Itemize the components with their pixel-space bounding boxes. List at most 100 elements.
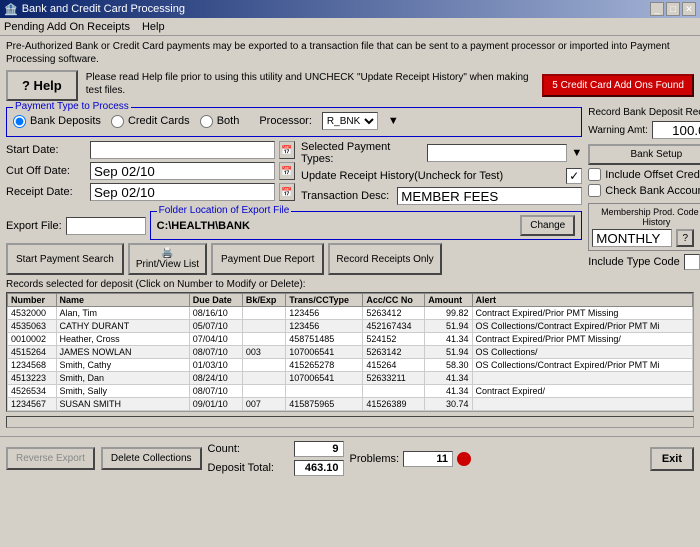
bank-deposits-radio[interactable]	[13, 115, 26, 128]
records-table-wrapper: NumberNameDue DateBk/ExpTrans/CCTypeAcc/…	[6, 292, 694, 412]
horizontal-scrollbar[interactable]	[6, 416, 694, 428]
receipt-date-picker-icon[interactable]: 📅	[279, 183, 295, 201]
table-cell: OS Collections/Contract Expired/Prior PM…	[472, 320, 692, 333]
table-row[interactable]: 4532000Alan, Tim08/16/10123456526341299.…	[8, 307, 693, 320]
table-cell: 107006541	[286, 346, 363, 359]
table-cell: 524152	[363, 333, 425, 346]
both-radio[interactable]	[200, 115, 213, 128]
table-cell: 5263142	[363, 346, 425, 359]
include-type-checkbox[interactable]	[684, 254, 700, 270]
record-receipts-button[interactable]: Record Receipts Only	[328, 243, 441, 275]
export-file-input[interactable]	[66, 217, 146, 235]
table-cell: Smith, Dan	[56, 372, 189, 385]
table-cell	[472, 398, 692, 411]
table-cell: 08/07/10	[189, 346, 242, 359]
table-cell: Wellman-Nickerson, Susan	[56, 411, 189, 413]
table-cell[interactable]: 1234567	[8, 398, 57, 411]
table-cell: Smith, Cathy	[56, 359, 189, 372]
column-header-name: Name	[56, 294, 189, 307]
table-cell: 09/01/10	[189, 398, 242, 411]
table-row[interactable]: 0010002Heather, Cross07/04/1045875148552…	[8, 333, 693, 346]
app-icon: 🏦	[4, 3, 18, 16]
cut-off-date-picker-icon[interactable]: 📅	[279, 162, 295, 180]
table-cell[interactable]: 1234568	[8, 359, 57, 372]
update-receipt-label: Update Receipt History(Uncheck for Test)	[301, 170, 558, 182]
bank-setup-button[interactable]: Bank Setup	[588, 144, 700, 165]
count-value: 9	[294, 441, 344, 457]
table-row[interactable]: 4513223Smith, Dan08/24/10107006541526332…	[8, 372, 693, 385]
alert-button[interactable]: 5 Credit Card Add Ons Found	[542, 74, 694, 97]
transaction-desc-input[interactable]	[397, 187, 582, 205]
delete-collections-button[interactable]: Delete Collections	[101, 447, 202, 470]
exit-button[interactable]: Exit	[650, 447, 694, 471]
cut-off-date-input[interactable]	[90, 162, 275, 180]
change-button[interactable]: Change	[520, 215, 575, 236]
receipt-date-label: Receipt Date:	[6, 186, 86, 198]
problems-indicator	[457, 452, 471, 466]
table-row[interactable]: 1234568Smith, Cathy01/03/104152652784152…	[8, 359, 693, 372]
help-button[interactable]: ? Help	[6, 70, 78, 101]
menu-help[interactable]: Help	[142, 21, 165, 33]
table-cell: 01/03/10	[189, 359, 242, 372]
start-date-input[interactable]	[90, 141, 275, 159]
table-row[interactable]: 4515264JAMES NOWLAN08/07/100031070065415…	[8, 346, 693, 359]
table-cell[interactable]: 0010002	[8, 333, 57, 346]
table-cell: Alan, Tim	[56, 307, 189, 320]
table-cell: Contract Expired/Prior PMT Missing/	[472, 333, 692, 346]
payment-due-button[interactable]: Payment Due Report	[211, 243, 324, 275]
records-label: Records selected for deposit (Click on N…	[6, 279, 694, 290]
table-cell[interactable]: 4515264	[8, 346, 57, 359]
include-offset-credit-checkbox[interactable]	[588, 168, 601, 181]
membership-question-button[interactable]: ?	[676, 229, 694, 247]
table-cell: 58.30	[425, 359, 472, 372]
membership-prod-input[interactable]	[592, 229, 672, 247]
table-cell[interactable]: 4532000	[8, 307, 57, 320]
menu-bar: Pending Add On Receipts Help	[0, 18, 700, 36]
table-cell[interactable]: 4535063	[8, 320, 57, 333]
table-cell: 41.34	[425, 372, 472, 385]
table-cell: Contract Expired/Prior PMT Missing	[472, 307, 692, 320]
table-row[interactable]: 1234567SUSAN SMITH09/01/1000741587596541…	[8, 398, 693, 411]
close-button[interactable]: ✕	[682, 2, 696, 16]
table-cell: JAMES NOWLAN	[56, 346, 189, 359]
table-cell: 41526389	[363, 398, 425, 411]
table-cell: 1235252	[363, 411, 425, 413]
column-header-acc-cc-no: Acc/CC No	[363, 294, 425, 307]
arrow-icon: ▼	[388, 115, 399, 127]
start-date-picker-icon[interactable]: 📅	[279, 141, 295, 159]
table-row[interactable]: 4535063CATHY DURANT05/07/101234564521674…	[8, 320, 693, 333]
reverse-export-button[interactable]: Reverse Export	[6, 447, 95, 470]
table-cell: OS Collections/Contract Expired/Prior PM…	[472, 359, 692, 372]
minimize-button[interactable]: _	[650, 2, 664, 16]
start-payment-button[interactable]: Start Payment Search	[6, 243, 124, 275]
table-cell: OS Collections/Contract Expired/Prior PM…	[472, 411, 692, 413]
processor-label: Processor:	[259, 115, 312, 127]
table-cell[interactable]: 4526534	[8, 385, 57, 398]
table-cell[interactable]: 4513223	[8, 372, 57, 385]
table-cell[interactable]: 0001076	[8, 411, 57, 413]
warning-amt-label: Warning Amt:	[588, 125, 648, 136]
table-cell	[242, 385, 285, 398]
credit-cards-radio[interactable]	[111, 115, 124, 128]
table-row[interactable]: 0001076Wellman-Nickerson, Susan02/06/104…	[8, 411, 693, 413]
table-cell: 08/16/10	[189, 307, 242, 320]
print-view-button[interactable]: 🖨️ Print/View List	[128, 243, 207, 275]
table-row[interactable]: 4526534Smith, Sally08/07/1041.34Contract…	[8, 385, 693, 398]
processor-select[interactable]: R_BNK	[322, 112, 378, 130]
warning-amt-input[interactable]	[652, 121, 700, 139]
table-cell: 123456	[286, 320, 363, 333]
maximize-button[interactable]: □	[666, 2, 680, 16]
selected-payment-types-input[interactable]	[427, 144, 567, 162]
receipt-date-input[interactable]	[90, 183, 275, 201]
payment-type-panel: Payment Type to Process Bank Deposits Cr…	[6, 107, 582, 137]
deposit-total-value: 463.10	[294, 460, 344, 476]
menu-pending[interactable]: Pending Add On Receipts	[4, 21, 130, 33]
count-section: Count: 9 Deposit Total: 463.10	[208, 441, 344, 476]
check-bank-accounts-checkbox[interactable]	[588, 184, 601, 197]
column-header-amount: Amount	[425, 294, 472, 307]
table-cell: 02/06/10	[189, 411, 242, 413]
update-receipt-checkbox[interactable]: ✓	[566, 168, 582, 184]
table-cell	[242, 320, 285, 333]
cut-off-date-label: Cut Off Date:	[6, 165, 86, 177]
table-cell	[472, 372, 692, 385]
